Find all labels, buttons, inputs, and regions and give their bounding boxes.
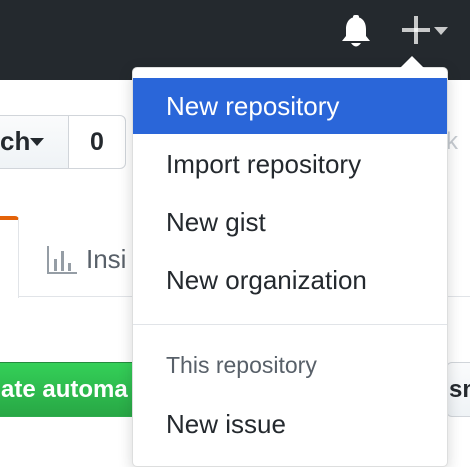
menu-item-new-gist[interactable]: New gist: [133, 194, 447, 250]
menu-item-new-issue[interactable]: New issue: [133, 396, 447, 452]
tab-code[interactable]: [0, 216, 19, 298]
menu-divider: [133, 324, 447, 325]
menu-section-header: This repository: [166, 352, 317, 378]
tab-insights-label: Insi: [86, 244, 127, 274]
watch-button-label: ch: [0, 126, 31, 156]
chevron-down-icon: [434, 27, 448, 35]
menu-item-import-repository[interactable]: Import repository: [133, 136, 447, 192]
notifications-bell-icon[interactable]: [339, 14, 373, 50]
watch-count[interactable]: 0: [68, 115, 126, 169]
secondary-action-label: sm: [449, 375, 470, 403]
create-automation-button[interactable]: ate automa: [0, 362, 140, 417]
dropdown-caret: [400, 56, 424, 68]
create-new-dropdown-menu: New repository Import repository New gis…: [132, 67, 448, 467]
tab-insights[interactable]: Insi: [46, 244, 126, 275]
menu-item-new-repository[interactable]: New repository: [133, 78, 447, 134]
plus-icon: [402, 16, 448, 44]
graph-icon: [47, 245, 77, 274]
secondary-action-button[interactable]: sm: [446, 362, 470, 417]
chevron-down-icon: [30, 138, 44, 146]
menu-item-new-organization[interactable]: New organization: [133, 252, 447, 308]
create-new-dropdown-button[interactable]: [400, 13, 454, 49]
create-automation-label: ate automa: [1, 375, 128, 403]
